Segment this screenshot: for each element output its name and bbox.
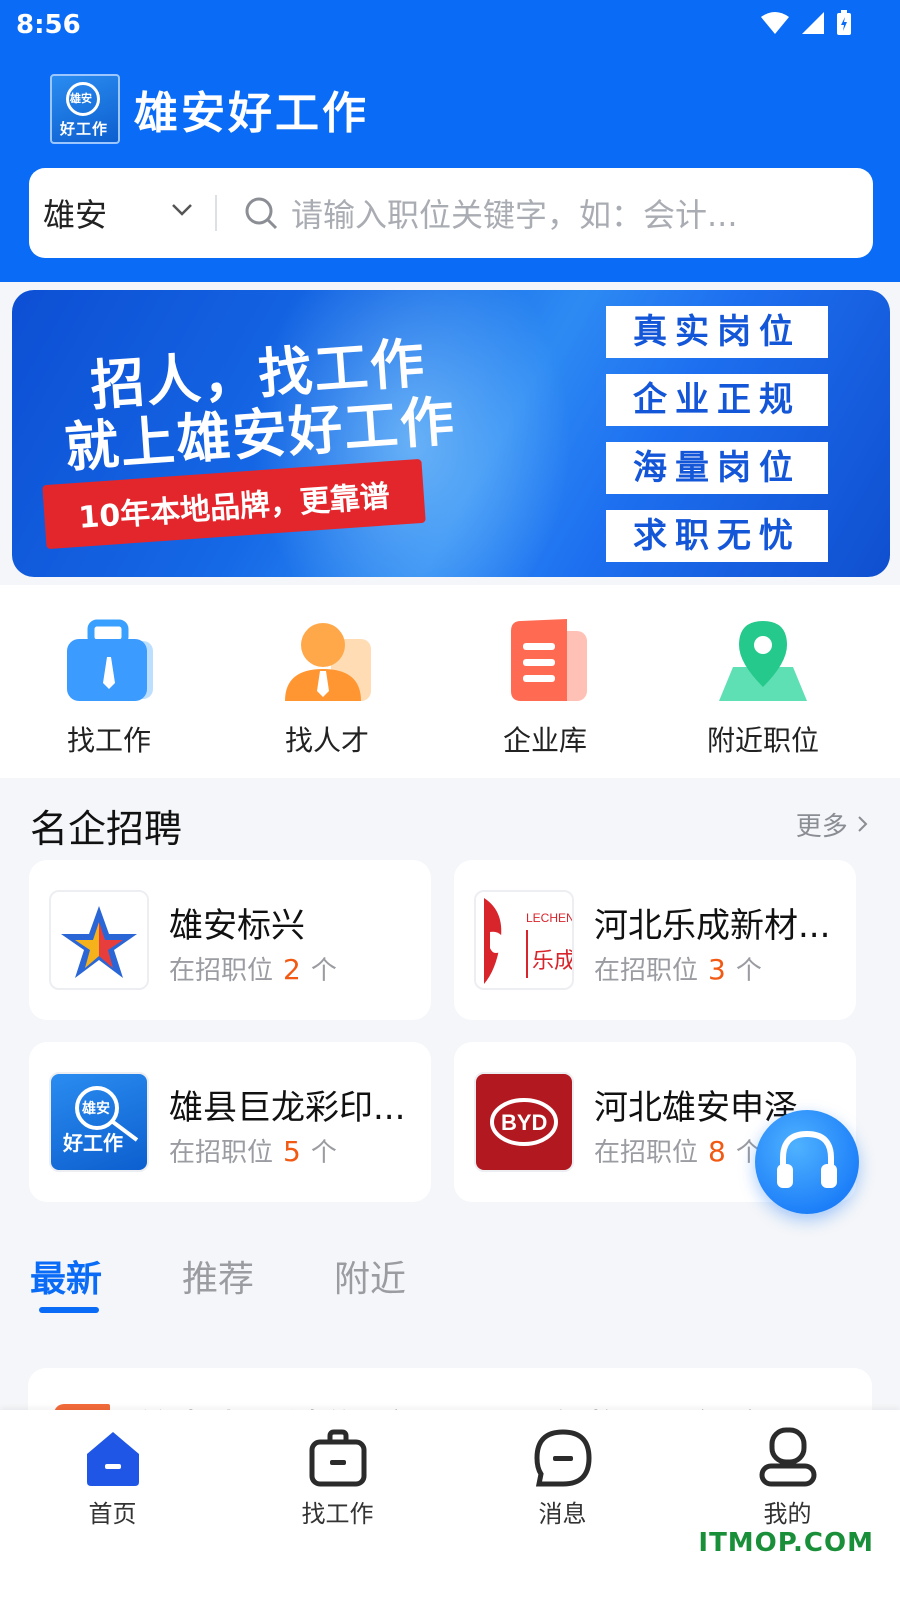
- app-logo: 雄安 好工作: [50, 74, 120, 144]
- company-logo: [49, 890, 149, 990]
- nav-profile[interactable]: 我的: [675, 1410, 900, 1600]
- search-bar: 雄安 请输入职位关键字，如：会计...: [29, 168, 873, 258]
- quick-nav: 找工作 找人才 企业库 附近职位: [0, 585, 900, 778]
- banner-tag: 真实岗位: [606, 306, 828, 358]
- company-logo: BYD: [474, 1072, 574, 1172]
- document-list-icon: [497, 617, 593, 707]
- company-jobs: 在招职位 8 个: [594, 1132, 762, 1169]
- logo-main-text: BYD: [501, 1110, 547, 1135]
- nav-home[interactable]: 首页: [0, 1410, 225, 1600]
- company-card[interactable]: 雄安标兴 在招职位 2 个: [29, 860, 431, 1020]
- job-unit: 个: [310, 956, 337, 986]
- job-label: 在招职位: [594, 956, 699, 986]
- nav-find-job[interactable]: 找工作: [225, 1410, 450, 1600]
- tab-nearby[interactable]: 附近: [334, 1250, 406, 1302]
- quick-nav-find-job[interactable]: 找工作: [0, 585, 218, 778]
- companies-section-title: 名企招聘: [30, 807, 183, 851]
- search-divider: [215, 195, 217, 231]
- battery-icon: [837, 10, 851, 35]
- company-name: 雄县巨龙彩印...: [169, 1088, 406, 1128]
- logo-text-bottom: 好工作: [60, 120, 109, 138]
- search-icon: [245, 197, 278, 230]
- job-label: 在招职位: [594, 1138, 699, 1168]
- company-logo: 雄安 好工作: [49, 1072, 149, 1172]
- quick-nav-nearby-jobs[interactable]: 附近职位: [654, 585, 872, 778]
- quick-nav-label: 找工作: [66, 724, 151, 757]
- city-selector[interactable]: 雄安: [29, 190, 215, 236]
- promo-banner[interactable]: 招人，找工作 就上雄安好工作 10年本地品牌，更靠谱 真实岗位 企业正规 海量岗…: [12, 290, 890, 577]
- quick-nav-find-talent[interactable]: 找人才: [218, 585, 436, 778]
- job-unit: 个: [735, 956, 762, 986]
- banner-tags: 真实岗位 企业正规 海量岗位 求职无忧: [606, 306, 828, 562]
- customer-service-button[interactable]: [755, 1110, 859, 1214]
- user-icon: [759, 1427, 816, 1487]
- message-icon: [533, 1429, 592, 1487]
- more-link[interactable]: 更多: [796, 806, 870, 843]
- active-tab-indicator: [39, 1307, 99, 1313]
- job-tabs: 最新 推荐 附近: [30, 1250, 486, 1302]
- company-jobs: 在招职位 5 个: [169, 1132, 337, 1169]
- bottom-nav: 首页 找工作 消息 我的: [0, 1410, 900, 1600]
- company-name: 雄安标兴: [169, 906, 305, 946]
- quick-nav-label: 附近职位: [706, 724, 819, 757]
- job-count: 5: [283, 1135, 301, 1168]
- logo-text-top: 雄安: [70, 92, 92, 105]
- nav-messages[interactable]: 消息: [450, 1410, 675, 1600]
- company-jobs: 在招职位 2 个: [169, 950, 337, 987]
- job-count: 3: [708, 953, 726, 986]
- status-bar: 8:56: [0, 0, 900, 50]
- job-label: 在招职位: [169, 956, 274, 986]
- job-count: 2: [283, 953, 301, 986]
- nav-label: 首页: [88, 1500, 137, 1528]
- logo-main-text: 乐成: [532, 949, 572, 974]
- person-tie-icon: [279, 617, 375, 707]
- city-label: 雄安: [43, 196, 108, 234]
- banner-tag: 企业正规: [606, 374, 828, 426]
- company-logo: LECHENG 乐成: [474, 890, 574, 990]
- headset-icon: [777, 1130, 837, 1188]
- quick-nav-label: 企业库: [502, 724, 587, 757]
- nav-label: 找工作: [301, 1500, 374, 1528]
- briefcase-icon: [309, 1429, 366, 1487]
- home-icon: [86, 1432, 139, 1486]
- quick-nav-label: 找人才: [284, 724, 369, 757]
- logo-sub-text: LECHENG: [526, 911, 572, 925]
- job-unit: 个: [310, 1138, 337, 1168]
- watermark: ITMOP.COM: [698, 1528, 874, 1558]
- company-name: 河北乐成新材...: [594, 906, 831, 946]
- job-label: 在招职位: [169, 1138, 274, 1168]
- job-count: 8: [708, 1135, 726, 1168]
- quick-nav-company-library[interactable]: 企业库: [436, 585, 654, 778]
- tab-latest[interactable]: 最新: [30, 1250, 102, 1302]
- map-pin-icon: [715, 617, 811, 707]
- company-card[interactable]: LECHENG 乐成 河北乐成新材... 在招职位 3个: [454, 860, 856, 1020]
- nav-label: 我的: [763, 1500, 812, 1528]
- nav-label: 消息: [538, 1500, 587, 1528]
- chevron-down-icon: [172, 204, 192, 216]
- more-label: 更多: [795, 812, 848, 842]
- logo-text-bottom: 好工作: [62, 1131, 123, 1155]
- company-card[interactable]: 雄安 好工作 雄县巨龙彩印... 在招职位 5 个: [29, 1042, 431, 1202]
- brand: 雄安 好工作 雄安好工作: [50, 74, 369, 144]
- banner-tag: 海量岗位: [606, 442, 828, 494]
- status-icons: [760, 10, 852, 36]
- app-title: 雄安好工作: [134, 88, 369, 139]
- wifi-icon: [761, 12, 789, 34]
- briefcase-icon: [61, 617, 157, 707]
- signal-icon: [802, 12, 824, 34]
- tab-recommended[interactable]: 推荐: [182, 1250, 254, 1302]
- search-input[interactable]: 请输入职位关键字，如：会计...: [243, 190, 738, 236]
- search-placeholder: 请输入职位关键字，如：会计...: [291, 196, 738, 234]
- status-time: 8:56: [16, 10, 81, 40]
- chevron-right-icon: [858, 816, 868, 832]
- app-header: 8:56 雄安 好工作 雄安好工作 雄安 请输入职位关键字，如：会计...: [0, 0, 900, 282]
- banner-tag: 求职无忧: [606, 510, 828, 562]
- company-jobs: 在招职位 3 个: [594, 950, 762, 987]
- logo-text-top: 雄安: [81, 1100, 110, 1117]
